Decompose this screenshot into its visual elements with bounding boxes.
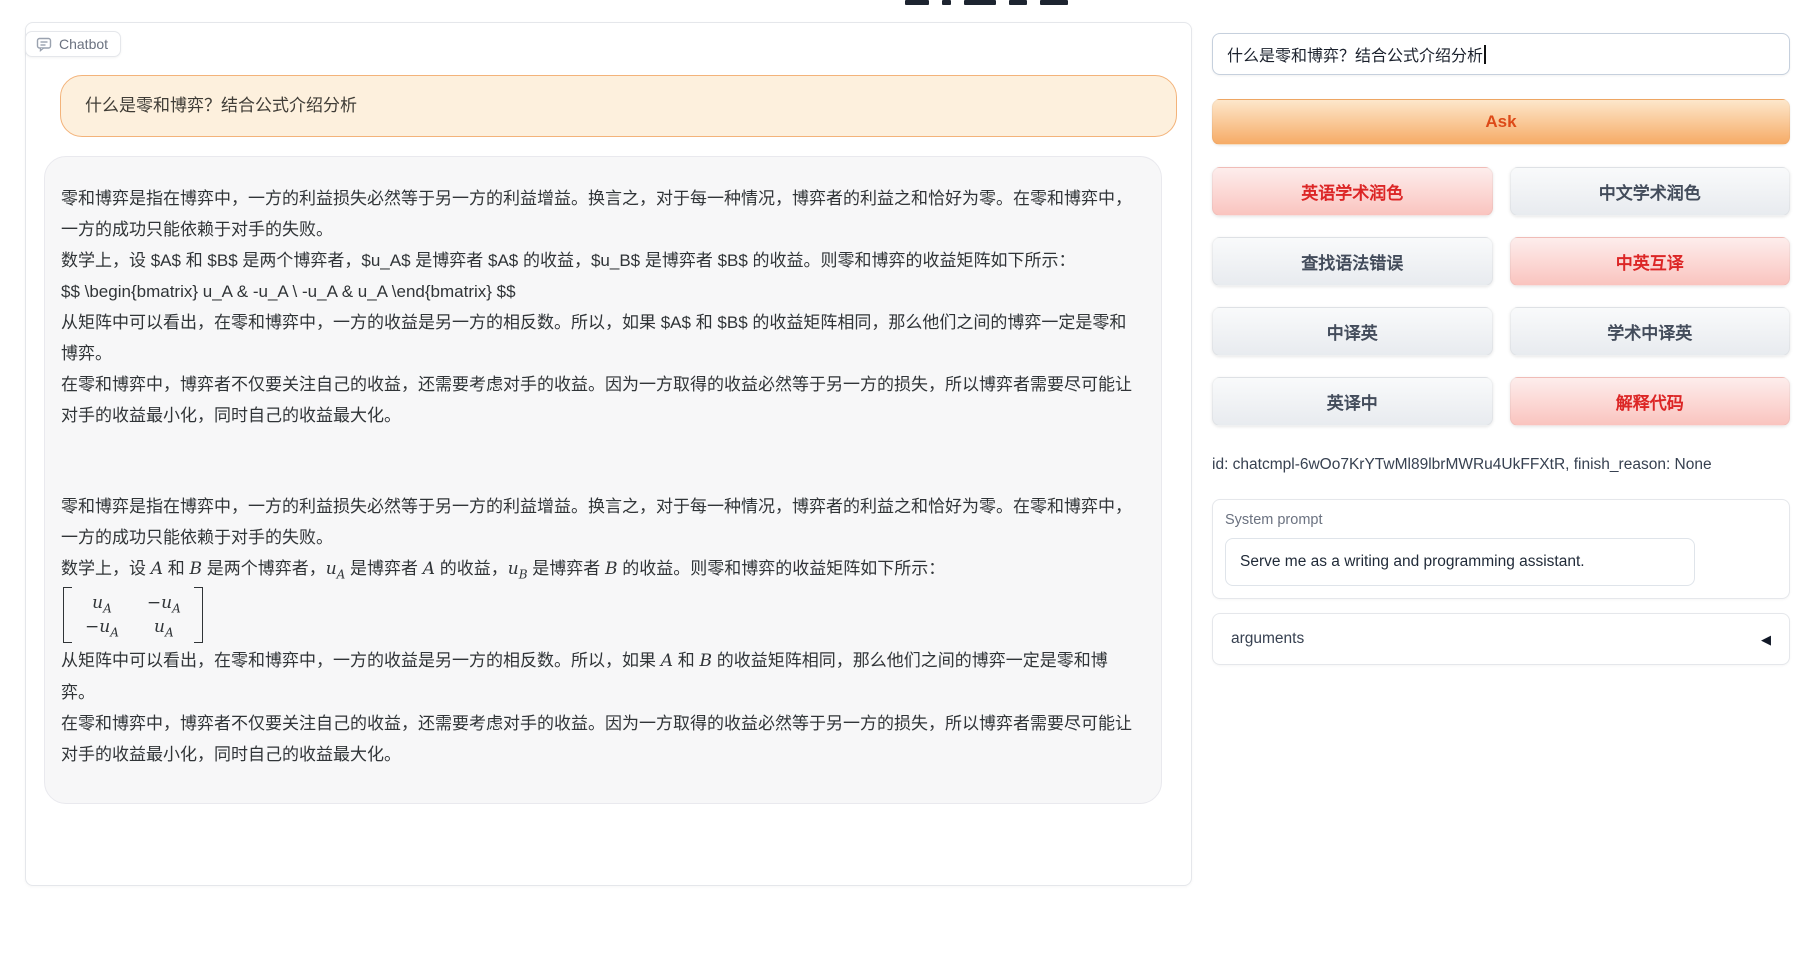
system-prompt-group: System prompt Serve me as a writing and … xyxy=(1212,499,1790,599)
chatbot-label: Chatbot xyxy=(59,36,108,52)
math-variable: uA xyxy=(154,617,174,637)
response-section: 零和博弈是指在博弈中，一方的利益损失必然等于另一方的利益增益。换言之，对于每一种… xyxy=(61,491,1137,770)
user-message-text: 什么是零和博弈？结合公式介绍分析 xyxy=(85,96,357,115)
response-paragraph: 数学上，设 $A$ 和 $B$ 是两个博弈者，$u_A$ 是博弈者 $A$ 的收… xyxy=(61,245,1137,276)
response-paragraph: 零和博弈是指在博弈中，一方的利益损失必然等于另一方的利益增益。换言之，对于每一种… xyxy=(61,491,1137,553)
system-prompt-input[interactable]: Serve me as a writing and programming as… xyxy=(1225,538,1695,586)
user-message-bubble: 什么是零和博弈？结合公式介绍分析 xyxy=(60,75,1177,137)
text-caret xyxy=(1484,45,1486,64)
accordion-label: arguments xyxy=(1231,630,1304,648)
math-variable: uA xyxy=(326,559,346,579)
quick-action-button[interactable]: 英语学术润色 xyxy=(1212,167,1493,216)
quick-action-button[interactable]: 解释代码 xyxy=(1510,377,1791,426)
quick-action-button[interactable]: 学术中译英 xyxy=(1510,307,1791,356)
math-variable: uA xyxy=(161,593,181,613)
quick-action-button[interactable]: 英译中 xyxy=(1212,377,1493,426)
quick-action-button[interactable]: 查找语法错误 xyxy=(1212,237,1493,286)
math-variable: A xyxy=(423,559,435,579)
math-variable: B xyxy=(189,559,202,579)
system-prompt-value: Serve me as a writing and programming as… xyxy=(1240,553,1585,571)
response-paragraph: 从矩阵中可以看出，在零和博弈中，一方的收益是另一方的相反数。所以，如果 $A$ … xyxy=(61,307,1137,369)
quick-actions-grid: 英语学术润色中文学术润色查找语法错误中英互译中译英学术中译英英译中解释代码 xyxy=(1212,167,1790,426)
prompt-input-value: 什么是零和博弈？结合公式介绍分析 xyxy=(1227,42,1483,66)
quick-action-button[interactable]: 中英互译 xyxy=(1510,237,1791,286)
response-paragraph: 从矩阵中可以看出，在零和博弈中，一方的收益是另一方的相反数。所以，如果 A 和 … xyxy=(61,645,1137,708)
collapse-arrow-icon[interactable]: ◀ xyxy=(1761,633,1771,646)
status-line: id: chatcmpl-6wOo7KrYTwMl89lbrMWRu4UkFFX… xyxy=(1212,456,1790,474)
bot-message-content: 零和博弈是指在博弈中，一方的利益损失必然等于另一方的利益增益。换言之，对于每一种… xyxy=(61,183,1137,770)
math-variable: A xyxy=(661,651,673,671)
chatbot-panel: Chatbot 什么是零和博弈？结合公式介绍分析 零和博弈是指在博弈中，一方的利… xyxy=(25,22,1192,886)
chatbot-label-badge: Chatbot xyxy=(25,31,121,57)
message-list: 什么是零和博弈？结合公式介绍分析 零和博弈是指在博弈中，一方的利益损失必然等于另… xyxy=(26,23,1191,804)
chat-bubble-icon xyxy=(36,36,52,52)
quick-action-button[interactable]: 中译英 xyxy=(1212,307,1493,356)
payoff-matrix: uA−uA−uAuA xyxy=(63,587,203,643)
response-paragraph: 数学上，设 A 和 B 是两个博弈者，uA 是博弈者 A 的收益，uB 是博弈者… xyxy=(61,553,1137,585)
prompt-input[interactable]: 什么是零和博弈？结合公式介绍分析 xyxy=(1212,33,1790,75)
math-variable: uB xyxy=(508,559,528,579)
response-paragraph: 零和博弈是指在博弈中，一方的利益损失必然等于另一方的利益增益。换言之，对于每一种… xyxy=(61,183,1137,245)
system-prompt-label: System prompt xyxy=(1225,512,1777,528)
ask-button[interactable]: Ask xyxy=(1212,99,1790,145)
control-panel: 什么是零和博弈？结合公式介绍分析 Ask 英语学术润色中文学术润色查找语法错误中… xyxy=(1212,33,1790,665)
math-variable: uA xyxy=(99,617,119,637)
response-paragraph: 在零和博弈中，博弈者不仅要关注自己的收益，还需要考虑对手的收益。因为一方取得的收… xyxy=(61,708,1137,770)
math-variable: A xyxy=(151,559,163,579)
math-variable: B xyxy=(605,559,618,579)
bot-message-bubble: 零和博弈是指在博弈中，一方的利益损失必然等于另一方的利益增益。换言之，对于每一种… xyxy=(44,156,1162,804)
math-variable: B xyxy=(699,651,712,671)
response-paragraph: uA−uA−uAuA xyxy=(61,585,1137,645)
quick-action-button[interactable]: 中文学术润色 xyxy=(1510,167,1791,216)
arguments-accordion[interactable]: arguments ◀ xyxy=(1212,613,1790,665)
response-paragraph: 在零和博弈中，博弈者不仅要关注自己的收益，还需要考虑对手的收益。因为一方取得的收… xyxy=(61,369,1137,431)
response-section: 零和博弈是指在博弈中，一方的利益损失必然等于另一方的利益增益。换言之，对于每一种… xyxy=(61,183,1137,431)
response-paragraph: $$ \begin{bmatrix} u_A & -u_A \ -u_A & u… xyxy=(61,276,1137,307)
math-variable: uA xyxy=(92,593,112,613)
clipped-title-fragment xyxy=(905,0,1068,6)
